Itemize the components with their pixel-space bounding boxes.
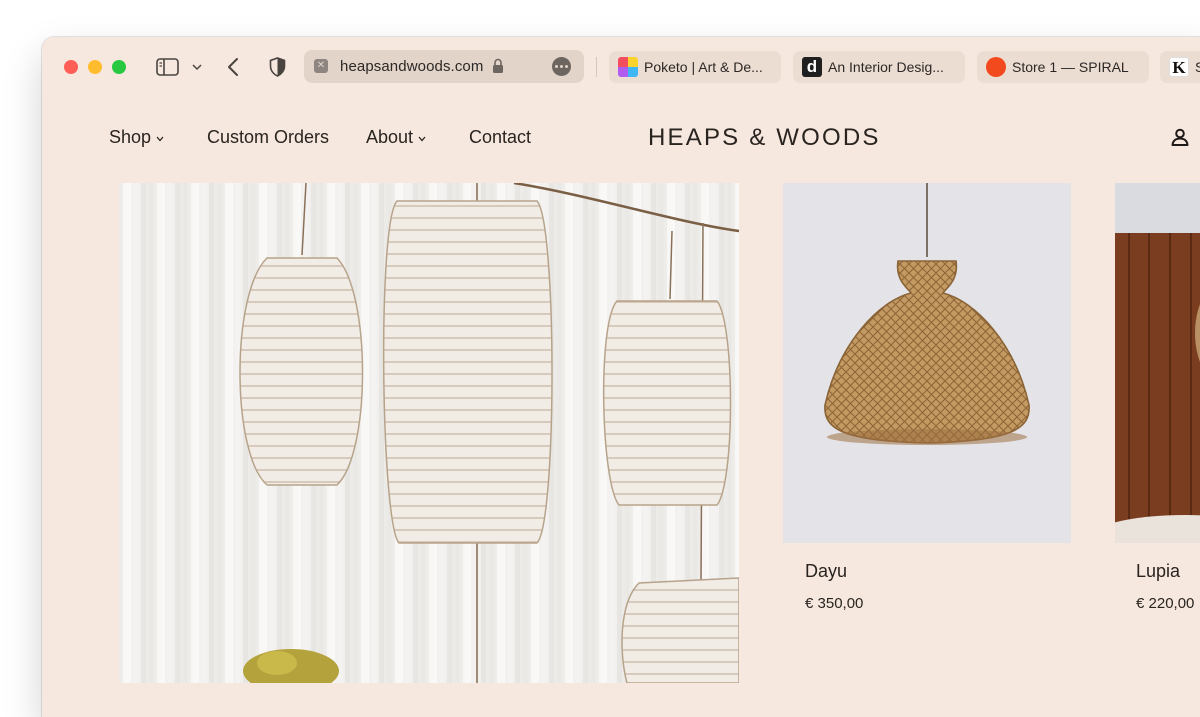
sidebar-toggle-icon[interactable] [155, 56, 179, 78]
product-image-lupia[interactable] [1115, 183, 1200, 543]
nav-shop-label: Shop [109, 127, 152, 147]
nav-shop[interactable]: Shop [109, 127, 164, 148]
account-icon[interactable] [1170, 127, 1192, 149]
minimize-window-button[interactable] [88, 60, 102, 74]
address-text: heapsandwoods.com [340, 58, 484, 75]
tab-divider [596, 57, 597, 77]
nav-contact[interactable]: Contact [469, 127, 531, 148]
poketo-favicon-icon [618, 57, 638, 77]
site-header: Shop Custom Orders About Contact HEAPS &… [42, 124, 1200, 157]
k-favicon-icon: K [1169, 57, 1189, 77]
chevron-down-icon [156, 136, 164, 142]
chevron-down-icon [418, 136, 426, 142]
tab-title: Poketo | Art & De... [644, 59, 763, 75]
spiral-favicon-icon [986, 57, 1006, 77]
tab-spiral[interactable]: Store 1 — SPIRAL [977, 51, 1149, 83]
browser-window: ✕ heapsandwoods.com Poketo | Art & De...… [42, 37, 1200, 717]
product-image-dayu[interactable] [783, 183, 1071, 543]
tab-k[interactable]: K S [1160, 51, 1200, 83]
browser-toolbar: ✕ heapsandwoods.com Poketo | Art & De...… [42, 37, 1200, 99]
hero-lanterns-image[interactable] [119, 183, 739, 683]
product-name[interactable]: Lupia [1136, 561, 1180, 582]
tab-title: An Interior Desig... [828, 59, 944, 75]
zoom-window-button[interactable] [112, 60, 126, 74]
tab-title: Store 1 — SPIRAL [1012, 59, 1129, 75]
site-favicon-icon: ✕ [314, 59, 328, 73]
back-button[interactable] [222, 56, 244, 78]
address-bar[interactable]: ✕ heapsandwoods.com [304, 50, 584, 83]
product-name[interactable]: Dayu [805, 561, 847, 582]
product-price: € 220,00 [1136, 595, 1195, 612]
close-window-button[interactable] [64, 60, 78, 74]
privacy-shield-icon[interactable] [266, 56, 288, 78]
nav-about-label: About [366, 127, 414, 147]
chevron-down-icon[interactable] [189, 56, 205, 78]
nav-custom-orders[interactable]: Custom Orders [207, 127, 329, 148]
nav-about[interactable]: About [366, 127, 426, 148]
product-price: € 350,00 [805, 595, 864, 612]
tab-title: S [1195, 59, 1200, 75]
tab-poketo[interactable]: Poketo | Art & De... [609, 51, 781, 83]
tab-interior-design[interactable]: d An Interior Desig... [793, 51, 965, 83]
d-favicon-icon: d [802, 57, 822, 77]
lock-icon [492, 58, 506, 74]
brand-logo[interactable]: HEAPS & WOODS [648, 124, 881, 152]
page-menu-icon[interactable] [552, 57, 571, 76]
